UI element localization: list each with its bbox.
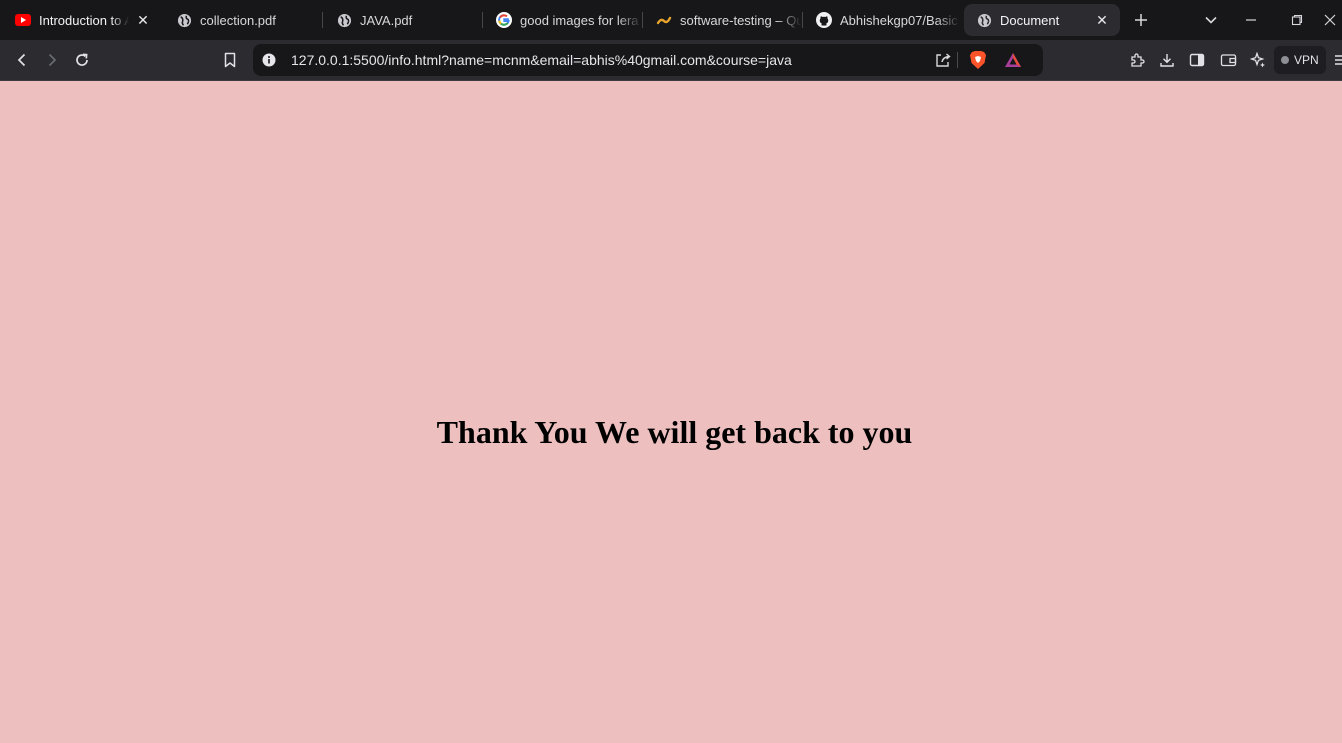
download-icon: [1160, 54, 1174, 67]
tab-separator: [642, 12, 643, 28]
page-viewport: Thank You We will get back to you: [0, 81, 1342, 743]
close-icon: [1324, 14, 1336, 26]
tab-software-testing[interactable]: software-testing – Qu: [644, 4, 802, 36]
puzzle-icon: [1131, 53, 1145, 67]
close-window-button[interactable]: [1324, 8, 1342, 32]
globe-icon: [336, 12, 352, 28]
arrow-left-icon: [17, 53, 26, 67]
tab-title: JAVA.pdf: [360, 12, 413, 28]
wallet-button[interactable]: [1216, 48, 1240, 72]
restore-button[interactable]: [1285, 8, 1309, 32]
menu-button[interactable]: [1330, 48, 1342, 72]
arrow-right-icon: [48, 53, 57, 67]
tab-document[interactable]: Document ✕: [964, 4, 1120, 36]
tab-github[interactable]: Abhishekgp07/Basic: [804, 4, 960, 36]
extensions-button[interactable]: [1125, 48, 1149, 72]
restore-icon: [1291, 14, 1303, 26]
tab-title: Introduction to A: [39, 12, 129, 28]
url-text[interactable]: 127.0.0.1:5500/info.html?name=mcnm&email…: [291, 52, 792, 68]
globe-icon: [976, 12, 992, 28]
brave-shields-icon[interactable]: [967, 49, 989, 71]
chevron-down-icon: [1205, 16, 1217, 24]
back-button[interactable]: [10, 48, 34, 72]
youtube-icon: [15, 12, 31, 28]
github-icon: [816, 12, 832, 28]
vpn-status-icon: [1281, 56, 1289, 64]
browser-toolbar: 127.0.0.1:5500/info.html?name=mcnm&email…: [0, 40, 1342, 81]
tab-title: Abhishekgp07/Basic: [840, 12, 958, 28]
sparkle-icon: [1250, 52, 1265, 68]
address-bar[interactable]: 127.0.0.1:5500/info.html?name=mcnm&email…: [253, 44, 1043, 76]
site-info-icon[interactable]: [258, 49, 280, 71]
reload-button[interactable]: [70, 48, 94, 72]
globe-icon: [176, 12, 192, 28]
tab-google-search[interactable]: good images for lera: [484, 4, 642, 36]
bookmark-icon: [224, 52, 236, 68]
tab-search-button[interactable]: [1199, 8, 1223, 32]
plus-icon: [1135, 14, 1147, 26]
minimize-icon: [1246, 19, 1256, 21]
downloads-button[interactable]: [1155, 48, 1179, 72]
new-tab-button[interactable]: [1129, 8, 1153, 32]
tab-title: good images for lera: [520, 12, 639, 28]
tab-separator: [802, 12, 803, 28]
close-tab-icon[interactable]: ✕: [1094, 12, 1110, 28]
tab-title: collection.pdf: [200, 12, 276, 28]
reload-icon: [76, 53, 88, 66]
minimize-button[interactable]: [1239, 8, 1263, 32]
leo-ai-button[interactable]: [1246, 48, 1270, 72]
close-tab-icon[interactable]: ✕: [135, 12, 151, 28]
thank-you-heading: Thank You We will get back to you: [436, 414, 913, 450]
tab-title: Document: [1000, 12, 1060, 28]
vpn-label: VPN: [1294, 53, 1319, 67]
forward-button[interactable]: [40, 48, 64, 72]
tab-collection-pdf[interactable]: collection.pdf: [164, 4, 322, 36]
bookmark-button[interactable]: [218, 48, 242, 72]
tab-strip: Introduction to A ✕ collection.pdf JAVA.…: [0, 0, 1342, 40]
tab-introduction[interactable]: Introduction to A ✕: [3, 4, 161, 36]
brave-rewards-icon[interactable]: [1002, 49, 1024, 71]
google-icon: [496, 12, 512, 28]
tab-java-pdf[interactable]: JAVA.pdf: [324, 4, 482, 36]
hamburger-icon: [1335, 55, 1342, 65]
quizlet-link-icon: [656, 12, 672, 28]
sidebar-icon: [1189, 53, 1205, 67]
tab-separator: [482, 12, 483, 28]
tab-separator: [322, 12, 323, 28]
share-icon[interactable]: [932, 49, 954, 71]
vpn-button[interactable]: VPN: [1274, 46, 1326, 74]
wallet-icon: [1220, 54, 1236, 67]
tab-title: software-testing – Qu: [680, 12, 802, 28]
divider: [957, 52, 958, 68]
sidebar-button[interactable]: [1185, 48, 1209, 72]
